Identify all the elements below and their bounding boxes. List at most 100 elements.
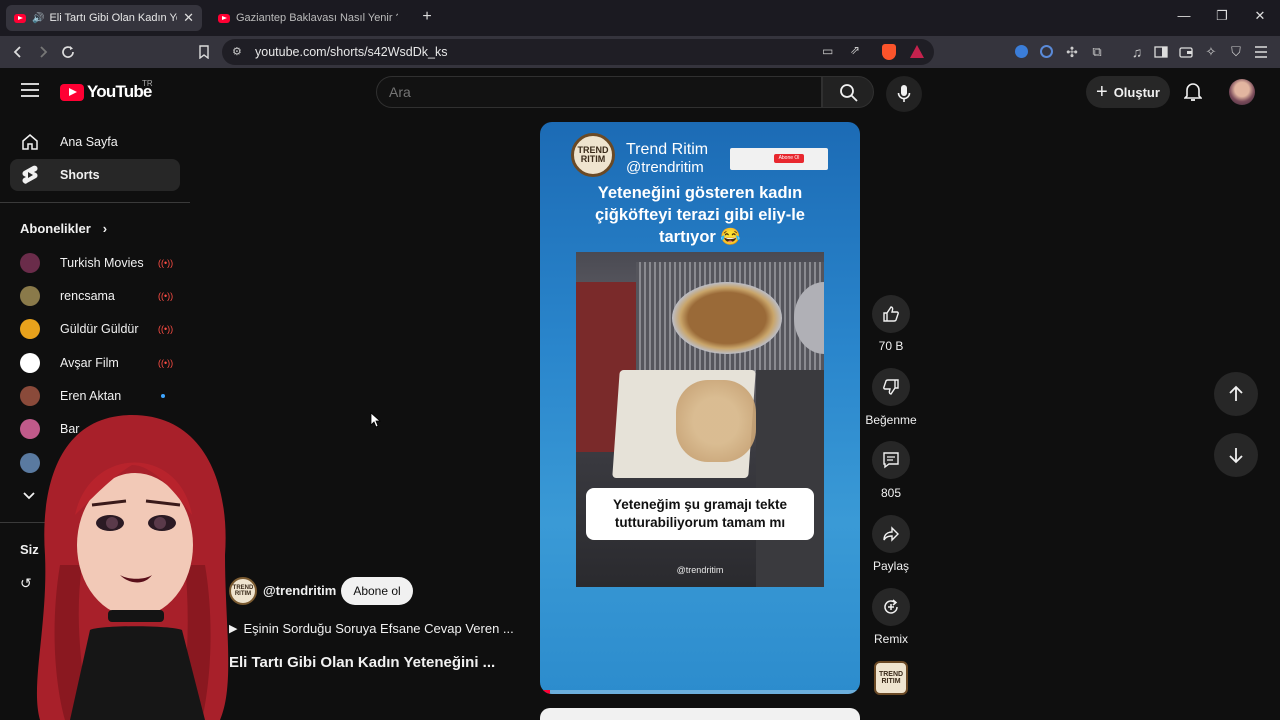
bookmark-icon[interactable] (194, 42, 214, 62)
playlist-link[interactable]: ▶ Eşinin Sorduğu Soruya Efsane Cevap Ver… (229, 621, 514, 636)
microphone-icon (897, 85, 911, 102)
close-tab-icon[interactable]: ✕ (183, 10, 194, 26)
counter (756, 370, 824, 587)
logo-text: RITIM (881, 678, 901, 685)
brave-shields-icon[interactable] (882, 44, 896, 60)
close-window-button[interactable]: ✕ (1250, 8, 1270, 24)
arrow-down-icon (1229, 448, 1243, 464)
short-title: Eli Tartı Gibi Olan Kadın Yeteneğini ... (229, 654, 496, 671)
share-label: Paylaş (872, 559, 910, 573)
menu-icon[interactable] (1251, 42, 1271, 62)
search-input[interactable] (389, 84, 789, 100)
notifications-bell-icon[interactable] (1183, 82, 1203, 107)
voice-search-button[interactable] (886, 76, 922, 112)
extension-icon[interactable] (1015, 45, 1028, 58)
user-avatar[interactable] (1229, 79, 1255, 105)
channel-name: rencsama (60, 289, 115, 303)
cast-icon[interactable]: ▭ (822, 44, 833, 58)
minimize-button[interactable]: — (1174, 8, 1194, 23)
dislike-button[interactable] (872, 368, 910, 406)
address-bar[interactable]: ⚙ youtube.com/shorts/s42WsdDk_ks ▭ ⇗ (222, 39, 934, 65)
comments-button[interactable] (872, 441, 910, 479)
arrow-up-icon (1229, 385, 1243, 401)
country-code: TR (142, 79, 153, 88)
subscriptions-title: Abonelikler (20, 221, 91, 236)
remix-button[interactable] (872, 588, 910, 626)
channel-logo: TREND RITIM (571, 133, 615, 177)
vpn-shield-icon[interactable]: ⛉ (1226, 42, 1246, 62)
shorts-video-player[interactable]: TREND RITIM Trend Ritim @trendritim Abon… (540, 122, 860, 694)
search-button[interactable] (822, 76, 874, 108)
next-short-button[interactable] (1214, 433, 1258, 477)
channel-name: Turkish Movies (60, 256, 144, 270)
channel-avatar[interactable]: TREND RITIM (229, 577, 257, 605)
subscription-item[interactable]: Turkish Movies (20, 251, 144, 275)
extensions-puzzle-icon[interactable]: ✣ (1062, 42, 1082, 62)
channel-avatar (20, 353, 40, 373)
subscriptions-header[interactable]: Abonelikler › (20, 221, 107, 236)
sidebar-toggle-icon[interactable] (1151, 42, 1171, 62)
url-text: youtube.com/shorts/s42WsdDk_ks (255, 45, 448, 59)
restore-button[interactable]: ❐ (1212, 8, 1232, 24)
browser-tab-active[interactable]: 🔊 Eli Tartı Gibi Olan Kadın Yeteneğini ✕ (6, 5, 202, 31)
back-icon[interactable] (8, 42, 28, 62)
brave-rewards-icon[interactable] (910, 45, 924, 58)
comment-count: 805 (880, 486, 902, 500)
play-triangle-icon (69, 88, 77, 96)
remix-icon (884, 599, 898, 614)
channel-name: Güldür Güldür (60, 322, 139, 336)
sidebar-item-home[interactable]: Ana Sayfa (10, 126, 180, 158)
search-icon (840, 84, 858, 102)
channel-name: Eren Aktan (60, 389, 122, 403)
play-icon: ▶ (229, 623, 238, 635)
subscribe-button[interactable]: Abone ol (341, 577, 413, 605)
share-button[interactable] (872, 515, 910, 553)
leo-ai-icon[interactable]: ✧ (1201, 42, 1221, 62)
new-tab-button[interactable]: + (417, 8, 437, 26)
progress-track[interactable] (540, 690, 860, 694)
like-count: 70 B (878, 339, 904, 353)
extension-icon[interactable] (1040, 45, 1053, 58)
hamburger-menu-icon[interactable] (20, 82, 40, 103)
video-frame: Yeteneğim şu gramajı tekte tutturabiliyo… (576, 252, 824, 587)
wallet-icon[interactable] (1176, 42, 1196, 62)
media-icon[interactable]: ♫ (1127, 42, 1147, 62)
create-button[interactable]: + Oluştur (1086, 76, 1170, 108)
screenshot-icon[interactable]: ⧉ (1087, 42, 1107, 62)
comment-icon (883, 452, 899, 469)
logo-text: TREND (878, 671, 904, 678)
video-watermark: @trendritim (676, 565, 724, 575)
forward-icon[interactable] (33, 42, 53, 62)
sidebar-item-label: Shorts (60, 168, 100, 182)
remix-label: Remix (873, 632, 908, 646)
search-box[interactable] (376, 76, 822, 108)
tab-title: Gaziantep Baklavası Nasıl Yenir ? - Ke (236, 12, 398, 24)
video-caption: Yeteneğim şu gramajı tekte tutturabiliyo… (586, 488, 814, 540)
shorts-icon (20, 165, 40, 185)
site-settings-icon[interactable]: ⚙ (232, 45, 242, 58)
like-button[interactable] (872, 295, 910, 333)
sound-channel-avatar[interactable]: TREND RITIM (874, 661, 908, 695)
next-short-preview[interactable] (540, 708, 860, 720)
sidebar-item-shorts[interactable]: Shorts (10, 159, 180, 191)
divider (0, 202, 190, 203)
previous-short-button[interactable] (1214, 372, 1258, 416)
subscription-item[interactable]: rencsama (20, 284, 115, 308)
channel-handle[interactable]: @trendritim (263, 583, 336, 598)
browser-nav-bar: ⚙ youtube.com/shorts/s42WsdDk_ks ▭ ⇗ ✣ ⧉… (0, 36, 1280, 68)
browser-tab[interactable]: Gaziantep Baklavası Nasıl Yenir ? - Ke (210, 5, 406, 31)
youtube-favicon-icon (218, 13, 230, 23)
dislike-label: Beğenme (865, 413, 917, 427)
subscription-item[interactable]: Avşar Film (20, 351, 119, 375)
share-icon[interactable]: ⇗ (850, 43, 860, 57)
create-label: Oluştur (1113, 84, 1160, 100)
channel-name: Avşar Film (60, 356, 119, 370)
playlist-title: Eşinin Sorduğu Soruya Efsane Cevap Veren… (243, 621, 514, 636)
subscribe-badge-label: Abone Ol (774, 154, 804, 163)
subscription-item[interactable]: Güldür Güldür (20, 317, 139, 341)
reload-icon[interactable] (58, 42, 78, 62)
live-indicator-icon: ((•)) (158, 358, 174, 368)
youtube-favicon-icon (14, 13, 26, 23)
video-headline: Yeteneğini gösteren kadın çiğköfteyi ter… (595, 184, 805, 246)
channel-avatar (20, 386, 40, 406)
